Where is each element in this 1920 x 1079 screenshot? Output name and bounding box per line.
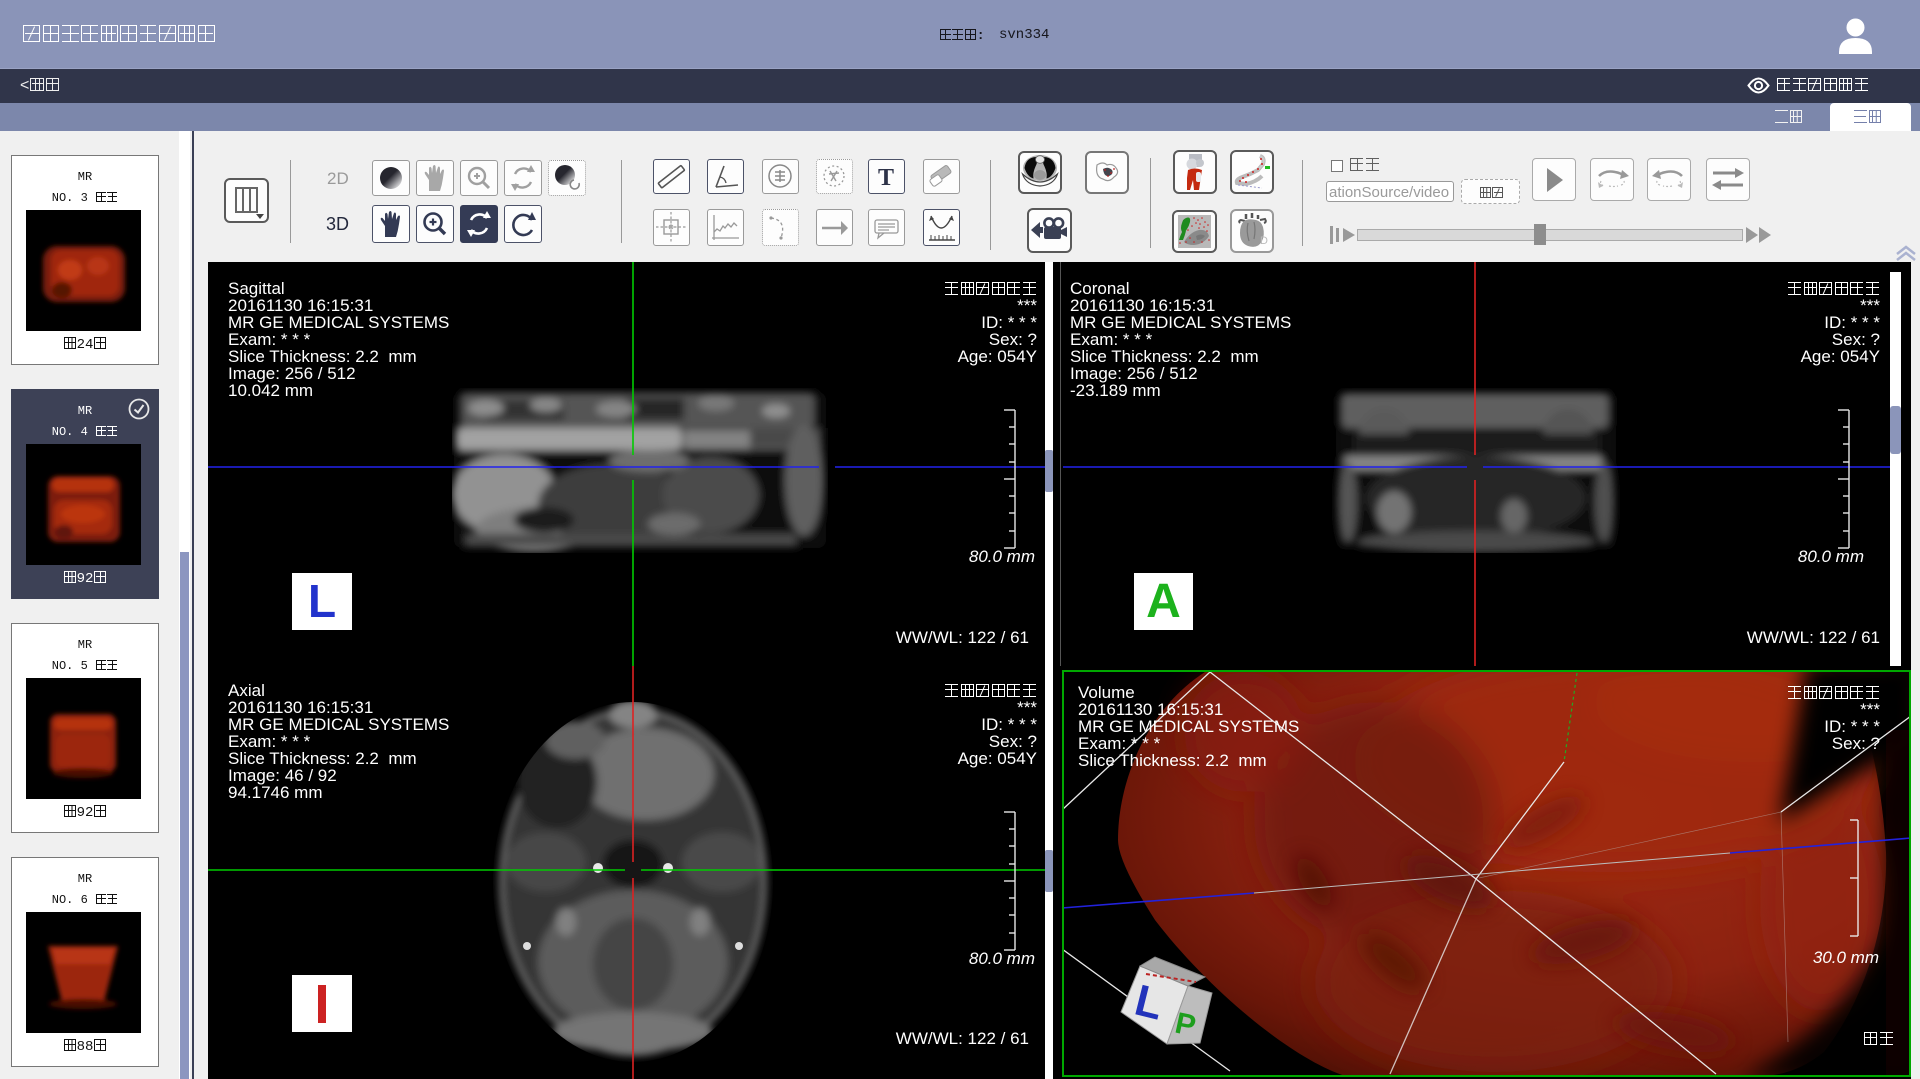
svg-text:T: T — [878, 165, 894, 191]
svg-text:D: D — [1260, 235, 1268, 247]
